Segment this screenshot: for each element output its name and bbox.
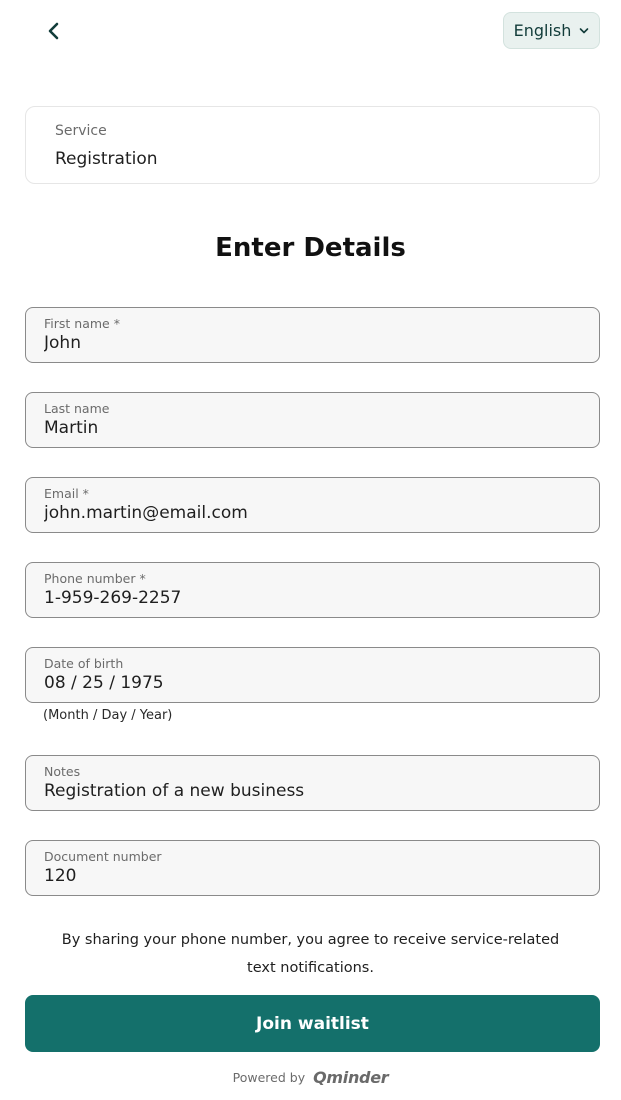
consent-text: By sharing your phone number, you agree …	[61, 932, 560, 976]
first-name-input[interactable]	[44, 333, 584, 353]
notes-label: Notes	[44, 764, 81, 779]
waitlist-page: English Service Registration Enter Detai…	[0, 0, 621, 1100]
email-field[interactable]: Email *	[25, 477, 600, 533]
language-selector[interactable]: English	[503, 12, 600, 49]
email-label: Email *	[44, 486, 89, 501]
phone-label: Phone number *	[44, 571, 146, 586]
date-of-birth-field[interactable]: Date of birth	[25, 647, 600, 703]
last-name-input[interactable]	[44, 418, 584, 438]
join-waitlist-button[interactable]: Join waitlist	[25, 995, 600, 1052]
service-card: Service Registration	[25, 106, 600, 184]
chevron-down-icon	[580, 27, 589, 33]
service-label: Service	[55, 123, 107, 139]
document-number-input[interactable]	[44, 866, 584, 886]
qminder-logo[interactable]: Qminder	[313, 1068, 389, 1087]
notes-input[interactable]	[44, 781, 584, 801]
phone-field[interactable]: Phone number *	[25, 562, 600, 618]
language-label: English	[513, 21, 572, 40]
date-of-birth-hint: (Month / Day / Year)	[43, 708, 173, 723]
date-of-birth-input[interactable]	[44, 673, 584, 693]
back-button[interactable]	[38, 16, 70, 46]
email-input[interactable]	[44, 503, 584, 523]
service-value: Registration	[55, 149, 158, 169]
page-title: Enter Details	[215, 233, 406, 263]
first-name-label: First name *	[44, 316, 120, 331]
powered-by-label: Powered by	[232, 1070, 306, 1085]
last-name-field[interactable]: Last name	[25, 392, 600, 448]
document-number-label: Document number	[44, 849, 162, 864]
document-number-field[interactable]: Document number	[25, 840, 600, 896]
powered-by: Powered by Qminder	[0, 1068, 621, 1087]
first-name-field[interactable]: First name *	[25, 307, 600, 363]
chevron-left-icon	[48, 22, 59, 40]
phone-input[interactable]	[44, 588, 584, 608]
notes-field[interactable]: Notes	[25, 755, 600, 811]
last-name-label: Last name	[44, 401, 110, 416]
top-bar: English	[0, 0, 621, 62]
date-of-birth-label: Date of birth	[44, 656, 124, 671]
